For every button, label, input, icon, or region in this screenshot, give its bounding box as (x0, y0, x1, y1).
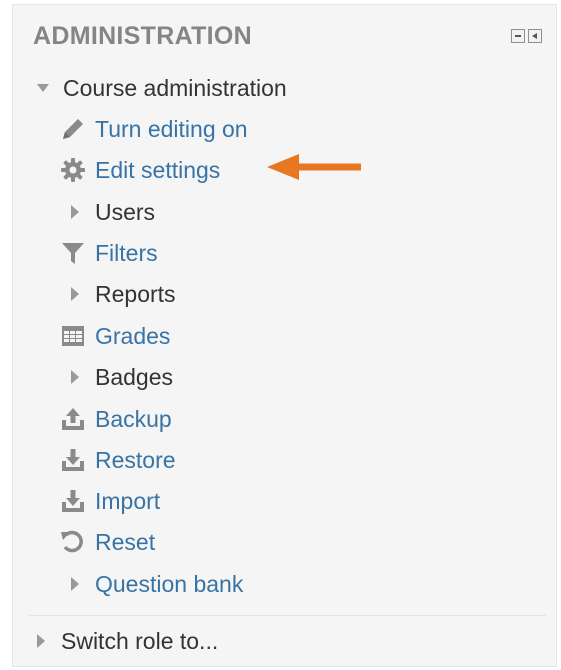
hide-icon[interactable] (511, 29, 525, 43)
administration-block: ADMINISTRATION Course administration Tur… (12, 4, 557, 667)
nav-item-label: Turn editing on (95, 115, 248, 142)
nav-item-label: Import (95, 487, 161, 514)
nav-item-edit-settings[interactable]: Edit settings (59, 153, 220, 187)
nav-item-label: Edit settings (95, 156, 221, 183)
gear-icon (59, 156, 87, 184)
nav-item-users[interactable]: Users (71, 195, 155, 229)
nav-item-import[interactable]: Import (59, 484, 160, 518)
table-icon (59, 322, 87, 350)
header-controls (511, 29, 542, 43)
switch-role-label: Switch role to... (61, 627, 219, 654)
nav-item-question-bank[interactable]: Question bank (71, 567, 243, 601)
nav-item-label: Filters (95, 239, 158, 266)
download-icon (59, 446, 87, 474)
nav-item-label: Users (95, 198, 156, 225)
nav-item-turn-editing-on[interactable]: Turn editing on (59, 112, 248, 146)
nav-item-label: Grades (95, 322, 171, 349)
nav-item-backup[interactable]: Backup (59, 402, 172, 436)
divider (29, 615, 546, 616)
caret-right-icon (71, 370, 79, 384)
filter-icon (59, 239, 87, 267)
switch-role-node[interactable]: Switch role to... (37, 624, 218, 658)
nav-item-label: Restore (95, 446, 176, 473)
nav-item-reports[interactable]: Reports (71, 277, 176, 311)
block-title: ADMINISTRATION (33, 22, 252, 50)
block-header: ADMINISTRATION (33, 19, 542, 53)
dock-icon[interactable] (528, 29, 542, 43)
pencil-icon (59, 115, 87, 143)
download-icon (59, 487, 87, 515)
nav-item-label: Reports (95, 280, 176, 307)
caret-right-icon (71, 577, 79, 591)
reset-icon (59, 528, 87, 556)
course-administration-node[interactable]: Course administration (37, 71, 287, 105)
upload-icon (59, 405, 87, 433)
annotation-arrow-icon (267, 154, 361, 180)
nav-item-label: Backup (95, 405, 172, 432)
nav-item-label: Question bank (95, 570, 244, 597)
caret-right-icon (71, 287, 79, 301)
course-administration-label: Course administration (63, 74, 287, 101)
caret-down-icon (37, 84, 49, 92)
nav-item-badges[interactable]: Badges (71, 360, 173, 394)
caret-right-icon (71, 205, 79, 219)
nav-item-reset[interactable]: Reset (59, 525, 155, 559)
nav-item-filters[interactable]: Filters (59, 236, 158, 270)
nav-item-label: Badges (95, 363, 174, 390)
nav-item-label: Reset (95, 528, 156, 555)
nav-item-restore[interactable]: Restore (59, 443, 176, 477)
nav-item-grades[interactable]: Grades (59, 319, 170, 353)
caret-right-icon (37, 634, 45, 648)
